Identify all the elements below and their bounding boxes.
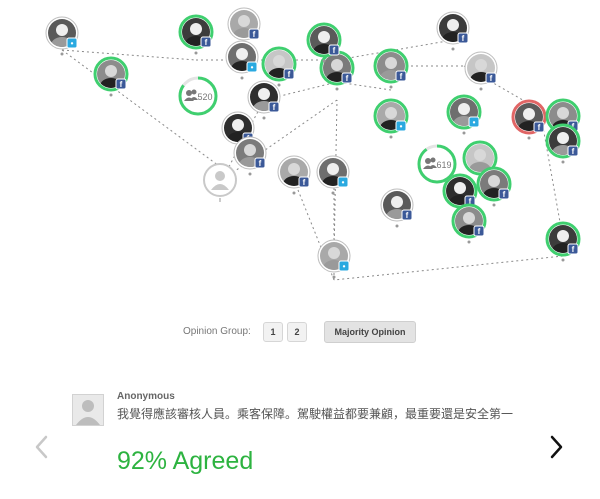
- svg-text:f: f: [490, 74, 493, 83]
- participant-avatar[interactable]: f: [93, 56, 129, 97]
- comment-text: 我覺得應該審核人員。乘客保障。駕駛權益都要兼顧，最重要還是安全第一: [117, 407, 514, 421]
- twitter-badge-icon: •: [338, 260, 350, 272]
- twitter-badge-icon: •: [395, 120, 407, 132]
- participant-avatar[interactable]: f: [451, 203, 487, 244]
- svg-text:f: f: [259, 159, 262, 168]
- svg-text:•: •: [343, 262, 346, 271]
- facebook-badge-icon: f: [533, 121, 545, 133]
- participant-avatar[interactable]: •: [225, 40, 259, 80]
- opinion-graph: •fff•ffffff••fffffff•fffff•520619: [45, 7, 581, 281]
- opinion-group-bar: Opinion Group: 1 2 Majority Opinion: [0, 321, 600, 345]
- facebook-badge-icon: f: [328, 44, 340, 56]
- participant-avatar[interactable]: f: [233, 136, 267, 176]
- svg-text:f: f: [406, 211, 409, 220]
- svg-text:•: •: [71, 39, 74, 48]
- twitter-badge-icon: •: [468, 116, 480, 128]
- facebook-badge-icon: f: [115, 78, 127, 90]
- facebook-badge-icon: f: [283, 68, 295, 80]
- svg-text:f: f: [205, 38, 208, 47]
- graph-edge: [61, 49, 197, 61]
- previous-comment-button[interactable]: [33, 433, 49, 461]
- svg-text:f: f: [572, 147, 575, 156]
- svg-text:•: •: [473, 118, 476, 127]
- next-comment-button[interactable]: [549, 433, 565, 461]
- svg-text:•: •: [342, 178, 345, 187]
- participant-avatar[interactable]: •: [446, 94, 482, 135]
- svg-text:f: f: [288, 70, 291, 79]
- chevron-left-icon: [35, 435, 48, 459]
- facebook-badge-icon: f: [401, 209, 413, 221]
- svg-text:f: f: [503, 190, 506, 199]
- twitter-badge-icon: •: [337, 176, 349, 188]
- facebook-badge-icon: f: [268, 101, 280, 113]
- facebook-badge-icon: f: [341, 72, 353, 84]
- twitter-badge-icon: •: [246, 61, 258, 73]
- cluster-count: 520: [197, 92, 212, 102]
- graph-edge: [61, 49, 239, 181]
- participant-avatar[interactable]: •: [373, 98, 409, 139]
- facebook-badge-icon: f: [200, 36, 212, 48]
- chevron-right-icon: [550, 435, 563, 459]
- participant-avatar[interactable]: •: [45, 16, 79, 56]
- svg-text:f: f: [303, 178, 306, 187]
- facebook-badge-icon: f: [248, 28, 260, 40]
- cluster-count: 619: [436, 160, 451, 170]
- participant-avatar[interactable]: •: [317, 239, 351, 279]
- comment-card: Anonymous 我覺得應該審核人員。乘客保障。駕駛權益都要兼顧，最重要還是安…: [0, 385, 600, 499]
- participant-avatar[interactable]: f: [476, 166, 512, 207]
- opinion-group-label: Opinion Group:: [183, 326, 251, 337]
- facebook-badge-icon: f: [473, 225, 485, 237]
- facebook-badge-icon: f: [567, 145, 579, 157]
- participant-avatar[interactable]: f: [511, 99, 547, 140]
- facebook-badge-icon: f: [498, 188, 510, 200]
- comment-author: Anonymous: [117, 391, 175, 402]
- svg-text:f: f: [400, 72, 403, 81]
- facebook-badge-icon: f: [567, 243, 579, 255]
- svg-text:f: f: [346, 74, 349, 83]
- graph-edge: [333, 255, 564, 281]
- facebook-badge-icon: f: [298, 176, 310, 188]
- svg-text:f: f: [273, 103, 276, 112]
- participant-avatar[interactable]: •: [316, 155, 350, 195]
- opinion-group-1-button[interactable]: 1: [263, 322, 283, 342]
- participant-avatar[interactable]: f: [319, 50, 355, 91]
- svg-text:f: f: [253, 30, 256, 39]
- participant-avatar[interactable]: f: [464, 51, 498, 91]
- svg-text:f: f: [462, 34, 465, 43]
- facebook-badge-icon: f: [254, 157, 266, 169]
- svg-text:•: •: [400, 122, 403, 131]
- svg-text:f: f: [538, 123, 541, 132]
- cluster-node[interactable]: 619: [417, 144, 457, 184]
- svg-text:f: f: [120, 80, 123, 89]
- opinion-group-2-button[interactable]: 2: [287, 322, 307, 342]
- anonymous-avatar-icon: [72, 394, 104, 426]
- participant-avatar[interactable]: f: [261, 46, 297, 87]
- participant-avatar[interactable]: f: [247, 80, 281, 120]
- participant-avatar[interactable]: f: [545, 123, 581, 164]
- svg-text:f: f: [478, 227, 481, 236]
- twitter-badge-icon: •: [66, 37, 78, 49]
- participant-avatar[interactable]: f: [545, 221, 581, 262]
- participant-avatar[interactable]: f: [436, 11, 470, 51]
- svg-text:f: f: [572, 245, 575, 254]
- svg-text:•: •: [251, 63, 254, 72]
- participant-avatar[interactable]: [203, 163, 237, 202]
- facebook-badge-icon: f: [457, 32, 469, 44]
- participant-avatar[interactable]: f: [277, 155, 311, 195]
- participant-avatar[interactable]: f: [373, 48, 409, 89]
- cluster-node[interactable]: 520: [178, 76, 218, 116]
- facebook-badge-icon: f: [485, 72, 497, 84]
- majority-opinion-button[interactable]: Majority Opinion: [324, 321, 416, 343]
- participant-avatar[interactable]: f: [380, 188, 414, 228]
- svg-text:f: f: [333, 46, 336, 55]
- agree-percentage: 92% Agreed: [117, 447, 254, 475]
- graph-nodes: •fff•ffffff••fffffff•fffff•520619: [45, 7, 581, 279]
- participant-avatar[interactable]: f: [178, 14, 214, 55]
- facebook-badge-icon: f: [395, 70, 407, 82]
